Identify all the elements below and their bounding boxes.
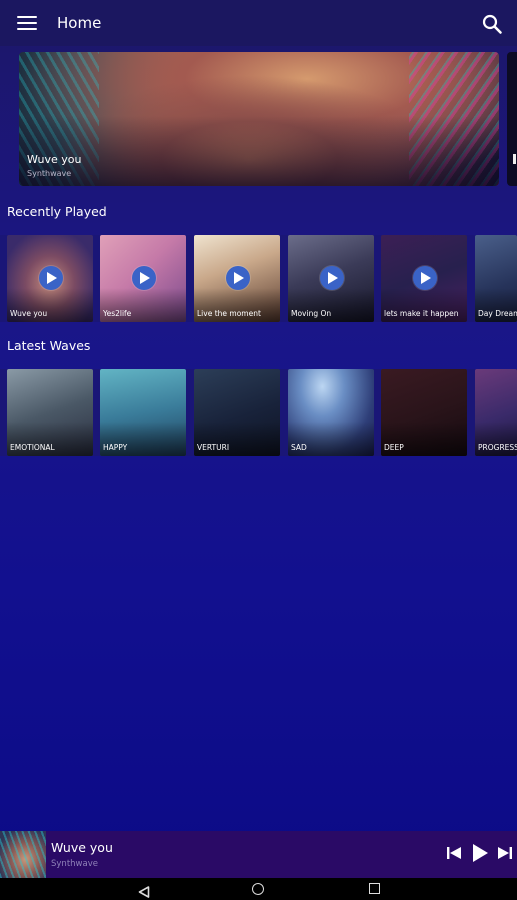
wave-tile[interactable]: PROGRESSIVE bbox=[475, 369, 517, 456]
menu-icon[interactable] bbox=[17, 16, 37, 30]
play-icon[interactable] bbox=[39, 266, 63, 290]
featured-title: Wuve you bbox=[27, 153, 82, 166]
recently-played-row: Wuve you Yes2life Live the moment Moving… bbox=[0, 235, 517, 322]
player-track-title: Wuve you bbox=[51, 840, 113, 855]
player-track-subtitle: Synthwave bbox=[51, 859, 98, 869]
skip-previous-icon[interactable] bbox=[446, 845, 462, 865]
tile-label: DEEP bbox=[384, 443, 404, 452]
tile-label: PROGRESSIVE bbox=[478, 443, 517, 452]
system-nav-bar bbox=[0, 878, 517, 900]
back-icon[interactable] bbox=[138, 883, 150, 900]
home-icon[interactable] bbox=[252, 883, 264, 895]
play-icon[interactable] bbox=[471, 843, 489, 867]
tile-label: lets make it happen bbox=[384, 309, 459, 318]
recent-tile[interactable]: Yes2life bbox=[100, 235, 186, 322]
play-icon[interactable] bbox=[226, 266, 250, 290]
recent-tile[interactable]: Moving On bbox=[288, 235, 374, 322]
section-title-latest-waves: Latest Waves bbox=[7, 338, 91, 353]
recent-tile[interactable]: Wuve you bbox=[7, 235, 93, 322]
featured-card[interactable]: Wuve you Synthwave bbox=[19, 52, 499, 186]
tile-label: Wuve you bbox=[10, 309, 48, 318]
wave-tile[interactable]: HAPPY bbox=[100, 369, 186, 456]
tile-label: Day Dream bbox=[478, 309, 517, 318]
wave-tile[interactable]: DEEP bbox=[381, 369, 467, 456]
player-artwork bbox=[0, 831, 46, 878]
wave-tile[interactable]: VERTURI bbox=[194, 369, 280, 456]
recent-tile[interactable]: Live the moment bbox=[194, 235, 280, 322]
next-featured-card[interactable] bbox=[507, 52, 517, 186]
play-icon[interactable] bbox=[132, 266, 156, 290]
tile-label: Yes2life bbox=[103, 309, 132, 318]
wave-tile[interactable]: EMOTIONAL bbox=[7, 369, 93, 456]
tile-label: SAD bbox=[291, 443, 307, 452]
mini-player[interactable]: Wuve you Synthwave bbox=[0, 831, 517, 878]
latest-waves-row: EMOTIONAL HAPPY VERTURI SAD DEEP PROGRES… bbox=[0, 369, 517, 456]
search-icon[interactable] bbox=[481, 13, 503, 35]
hero-shade bbox=[19, 116, 499, 186]
play-icon[interactable] bbox=[413, 266, 437, 290]
page-title: Home bbox=[57, 14, 102, 32]
skip-next-icon[interactable] bbox=[497, 845, 513, 865]
app-bar: Home bbox=[0, 0, 517, 46]
tile-label: Live the moment bbox=[197, 309, 261, 318]
section-title-recently-played: Recently Played bbox=[7, 204, 107, 219]
recent-apps-icon[interactable] bbox=[369, 883, 380, 894]
wave-tile[interactable]: SAD bbox=[288, 369, 374, 456]
tile-label: Moving On bbox=[291, 309, 332, 318]
featured-carousel: Wuve you Synthwave bbox=[0, 52, 517, 186]
tile-label: VERTURI bbox=[197, 443, 230, 452]
tile-label: EMOTIONAL bbox=[10, 443, 55, 452]
play-icon[interactable] bbox=[320, 266, 344, 290]
tile-label: HAPPY bbox=[103, 443, 128, 452]
featured-subtitle: Synthwave bbox=[27, 169, 72, 178]
recent-tile[interactable]: Day Dream bbox=[475, 235, 517, 322]
recent-tile[interactable]: lets make it happen bbox=[381, 235, 467, 322]
